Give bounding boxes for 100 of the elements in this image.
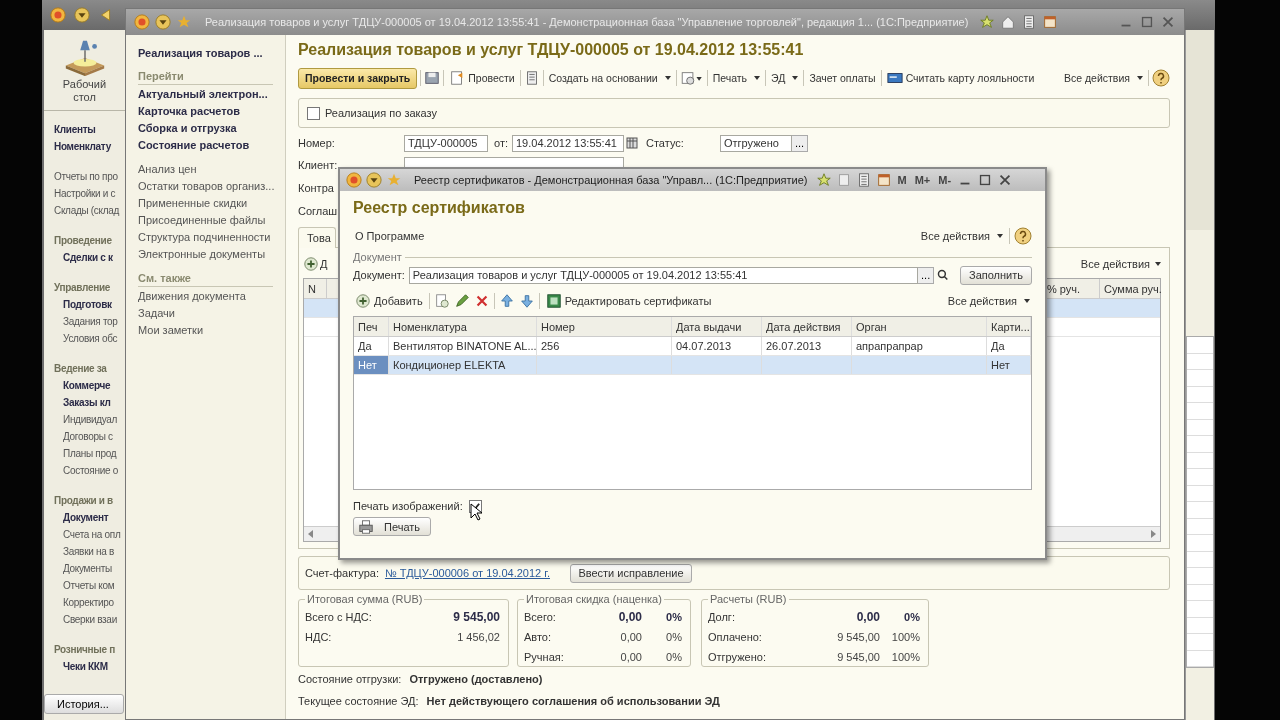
report-menu-icon[interactable]: [679, 70, 704, 86]
nav-link[interactable]: Документы: [54, 560, 112, 577]
menu-button[interactable]: Создать на основании: [546, 72, 673, 84]
menu-button[interactable]: ЭД: [769, 72, 801, 84]
home-icon[interactable]: [1000, 14, 1017, 30]
all-actions-menu[interactable]: Все действия: [1080, 258, 1161, 270]
help-icon[interactable]: [1152, 69, 1170, 87]
nav-link[interactable]: Задачи: [138, 305, 175, 322]
nav-link[interactable]: Движения документа: [138, 288, 246, 305]
nav-link[interactable]: Сверки взаи: [54, 611, 117, 628]
nav-link[interactable]: Индивидуал: [54, 411, 118, 428]
nav-link[interactable]: Заказы кл: [54, 394, 111, 411]
edit-certificates-button[interactable]: Редактировать сертификаты: [543, 293, 714, 309]
table-row[interactable]: Нет Кондиционер ELEKTA Нет: [354, 356, 1031, 375]
about-button[interactable]: О Программе: [353, 230, 427, 242]
column-header[interactable]: Орган: [852, 317, 987, 336]
nav-link[interactable]: Условия обс: [54, 330, 118, 347]
nav-link[interactable]: Подготовк: [54, 296, 112, 313]
nav-link[interactable]: Номенклату: [54, 138, 111, 155]
nav-link[interactable]: Электронные документы: [138, 246, 266, 263]
fill-button[interactable]: Заполнить: [960, 265, 1032, 285]
invoice-link[interactable]: № ТДЦУ-000006 от 19.04.2012 г.: [384, 567, 550, 579]
nav-link[interactable]: Договоры с: [54, 428, 113, 445]
nav-link[interactable]: Планы прод: [54, 445, 117, 462]
nav-link[interactable]: Клиенты: [54, 121, 96, 138]
correction-button[interactable]: Ввести исправление: [570, 563, 692, 583]
nav-link[interactable]: Документ: [54, 509, 109, 526]
tab[interactable]: Това: [298, 227, 336, 248]
calendar-icon[interactable]: [626, 137, 638, 149]
document-field[interactable]: Реализация товаров и услуг ТДЦУ-000005 от 19.04.2012 13:55:41: [408, 266, 919, 284]
column-header[interactable]: Дата выдачи: [672, 317, 762, 336]
nav-link[interactable]: Структура подчиненности: [138, 229, 271, 246]
search-icon[interactable]: [937, 269, 949, 281]
column-header[interactable]: Карти...: [987, 317, 1031, 336]
status-field[interactable]: Отгружено: [720, 134, 792, 152]
date-field[interactable]: 19.04.2012 13:55:41: [512, 134, 624, 152]
nav-link[interactable]: Коммерче: [54, 377, 111, 394]
nav-link[interactable]: Анализ цен: [138, 161, 197, 178]
nav-link[interactable]: Актуальный электрон...: [138, 86, 268, 103]
nav-link[interactable]: Счета на опл: [54, 526, 121, 543]
copy-icon[interactable]: [433, 293, 450, 309]
number-field[interactable]: ТДЦУ-000005: [404, 134, 488, 152]
logo-icon[interactable]: [50, 7, 66, 23]
dropdown-icon[interactable]: [366, 172, 382, 188]
pencil-icon[interactable]: [453, 293, 470, 309]
nav-link[interactable]: Примененные скидки: [138, 195, 248, 212]
calendar-icon[interactable]: [875, 172, 892, 188]
dropdown-icon[interactable]: [74, 7, 90, 23]
column-header[interactable]: Сумма руч.: [1100, 279, 1160, 298]
nav-link[interactable]: Присоединенные файлы: [138, 212, 266, 229]
add-button[interactable]: Добавить: [353, 293, 425, 309]
column-header[interactable]: Дата действия: [762, 317, 852, 336]
nav-link[interactable]: Настройки и с: [54, 185, 116, 202]
logo-icon[interactable]: [134, 14, 150, 30]
move-up-icon[interactable]: [498, 293, 515, 309]
desktop-label[interactable]: Рабочий стол: [59, 78, 110, 104]
maximize-icon[interactable]: [1139, 14, 1155, 30]
star-icon[interactable]: [386, 172, 402, 188]
loyalty-card-button[interactable]: Считать карту лояльности: [884, 70, 1037, 86]
column-header[interactable]: Печ: [354, 317, 389, 336]
add-button[interactable]: Д: [303, 256, 328, 272]
post-and-close-button[interactable]: Провести и закрыть: [298, 67, 418, 89]
current-document-link[interactable]: Реализация товаров ...: [138, 45, 263, 62]
nav-link[interactable]: Остатки товаров организ...: [138, 178, 275, 195]
memory-button[interactable]: M+: [912, 174, 933, 186]
offset-payment-button[interactable]: Зачет оплаты: [807, 72, 878, 84]
nav-link[interactable]: Склады (склад: [54, 202, 120, 219]
logo-icon[interactable]: [346, 172, 362, 188]
close-icon[interactable]: [1160, 14, 1176, 30]
column-header[interactable]: Номенклатура: [389, 317, 537, 336]
dropdown-icon[interactable]: [155, 14, 171, 30]
calendar-icon[interactable]: [1042, 14, 1059, 30]
nav-link[interactable]: Состояние расчетов: [138, 137, 250, 154]
nav-link[interactable]: Сделки с к: [54, 249, 113, 266]
star-add-icon[interactable]: [815, 172, 832, 188]
star-icon[interactable]: [176, 14, 192, 30]
star-add-icon[interactable]: [979, 14, 996, 30]
menu-button[interactable]: Печать: [710, 72, 763, 84]
column-header[interactable]: Номер: [537, 317, 672, 336]
all-actions-menu[interactable]: Все действия: [918, 230, 1005, 242]
nav-link[interactable]: Корректиро: [54, 594, 114, 611]
history-button[interactable]: История...: [44, 694, 124, 714]
all-actions-menu[interactable]: Все действия: [945, 295, 1032, 307]
select-button[interactable]: ...: [918, 266, 935, 284]
nav-link[interactable]: Карточка расчетов: [138, 103, 241, 120]
nav-link[interactable]: Чеки ККМ: [54, 658, 108, 675]
memory-button[interactable]: M-: [936, 174, 954, 186]
nav-link[interactable]: Сборка и отгрузка: [138, 120, 237, 137]
move-down-icon[interactable]: [518, 293, 535, 309]
nav-link[interactable]: Отчеты по про: [54, 168, 118, 185]
nav-link[interactable]: Заявки на в: [54, 543, 114, 560]
nav-link[interactable]: Состояние о: [54, 462, 118, 479]
order-checkbox[interactable]: [307, 106, 320, 120]
all-actions-menu[interactable]: Все действия: [1061, 72, 1145, 84]
post-button[interactable]: Провести: [447, 70, 517, 86]
nav-link[interactable]: Задания тор: [54, 313, 118, 330]
nav-link[interactable]: Мои заметки: [138, 322, 204, 339]
nav-link[interactable]: Отчеты ком: [54, 577, 115, 594]
memory-button[interactable]: M: [895, 174, 909, 186]
print-button[interactable]: Печать: [353, 517, 432, 536]
